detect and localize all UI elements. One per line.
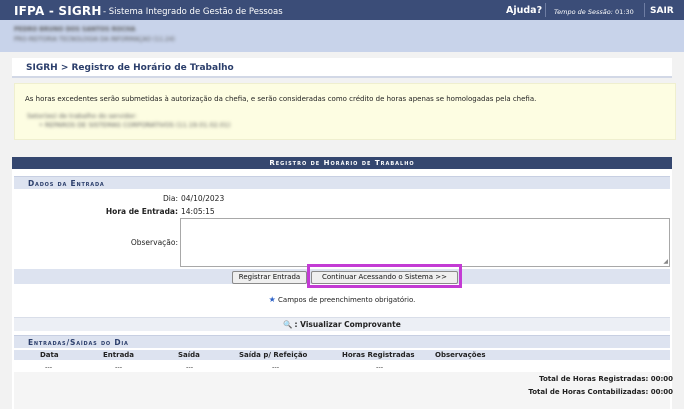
required-note-text: Campos de preenchimento obrigatório. [278, 296, 416, 304]
session-time: 01:30 [614, 8, 634, 16]
entries-title: Entradas/Saídas do Dia [28, 338, 129, 347]
row-saida-refeicao: --- [272, 363, 280, 371]
required-star-icon: ★ [268, 295, 276, 304]
help-link[interactable]: Ajuda? [506, 5, 542, 16]
entries-header: Entradas/Saídas do Dia [14, 335, 670, 348]
total-accounted: Total de Horas Contabilizadas: 00:00 [528, 388, 673, 396]
total-registered: Total de Horas Registradas: 00:00 [539, 375, 673, 383]
page-title: SIGRH > Registro de Horário de Trabalho [26, 63, 234, 73]
row-saida: --- [186, 363, 194, 371]
user-name: PEDRO BRUNO DOS SANTOS ROCHA [14, 26, 136, 33]
panel-title: Registro de Horário de Trabalho [12, 157, 672, 169]
entry-time-label: Hora de Entrada: [105, 207, 178, 216]
user-info-bar: PEDRO BRUNO DOS SANTOS ROCHA PRÓ-REITORI… [0, 20, 684, 52]
header-divider [644, 3, 645, 17]
row-entrada: --- [115, 363, 123, 371]
register-entry-button[interactable]: Registrar Entrada [232, 271, 307, 284]
entry-time-value: 14:05:15 [181, 207, 215, 216]
row-data: --- [45, 363, 53, 371]
notice-sector-title: Setor(es) de trabalho do servidor: [27, 112, 138, 120]
resize-grip-icon[interactable]: ◢ [663, 258, 668, 265]
observation-label: Observação: [130, 238, 178, 247]
top-header-bar: IFPA - SIGRH - Sistema Integrado de Gest… [0, 0, 684, 20]
entry-data-title: Dados da Entrada [28, 179, 105, 188]
col-entrada: Entrada [103, 351, 135, 359]
col-data: Data [40, 351, 59, 359]
app-brand[interactable]: IFPA - SIGRH [14, 4, 102, 18]
notice-box: As horas excedentes serão submetidas à a… [14, 83, 676, 140]
observation-textarea[interactable]: ◢ [180, 218, 670, 267]
day-value: 04/10/2023 [181, 194, 225, 203]
system-name: - Sistema Integrado de Gestão de Pessoas [103, 7, 283, 17]
session-label: Tempo de Sessão: [554, 8, 613, 16]
col-horas-registradas: Horas Registradas [342, 351, 415, 359]
row-horas-registradas: --- [376, 363, 384, 371]
view-receipt-label: : Visualizar Comprovante [294, 320, 401, 329]
registration-panel: Registro de Horário de Trabalho Dados da… [12, 157, 673, 409]
notice-sector-item: • REPAROS DE SISTEMAS CORPORATIVOS (11.1… [39, 121, 231, 129]
logout-link[interactable]: SAIR [650, 6, 674, 16]
view-receipt-link[interactable]: 🔍: Visualizar Comprovante [14, 317, 670, 331]
user-unit: PRÓ-REITORIA TECNOLOGIA DA INFORMAÇÃO (1… [14, 36, 176, 43]
entries-table-header: Data Entrada Saída Saída p/ Refeição Hor… [14, 350, 670, 360]
col-saida: Saída [178, 351, 200, 359]
col-observacoes: Observações [435, 351, 486, 359]
col-saida-refeicao: Saída p/ Refeição [239, 351, 308, 359]
totals-section: Total de Horas Registradas: 00:00 Total … [14, 372, 673, 409]
magnifier-icon: 🔍 [283, 320, 293, 329]
session-timer: Tempo de Sessão: 01:30 [554, 8, 634, 16]
breadcrumb: SIGRH > Registro de Horário de Trabalho [12, 58, 672, 78]
entry-data-header: Dados da Entrada [14, 176, 670, 189]
notice-message: As horas excedentes serão submetidas à a… [25, 95, 537, 103]
day-label: Dia: [163, 194, 178, 203]
required-fields-note: ★ Campos de preenchimento obrigatório. [12, 295, 672, 304]
highlight-box [307, 264, 462, 288]
header-divider [545, 3, 546, 17]
